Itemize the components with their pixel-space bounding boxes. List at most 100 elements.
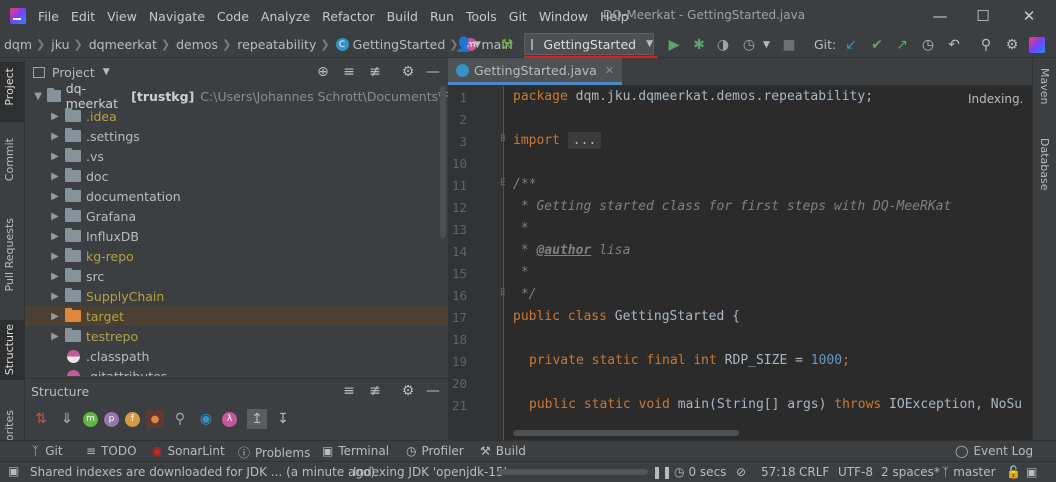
show-anonymous-icon[interactable]: ◉ — [196, 409, 216, 429]
tool-tab-maven[interactable]: Maven — [1038, 68, 1051, 104]
breadcrumb-dqm[interactable]: dqm — [4, 37, 32, 52]
chevron-right-icon[interactable]: ▶ — [49, 271, 61, 282]
tool-tab-structure[interactable]: Structure — [3, 324, 16, 375]
tool-window-build[interactable]: ⚒ Build — [480, 444, 526, 458]
build-hammer-icon[interactable]: ⚒ — [497, 35, 517, 55]
tool-window-git[interactable]: ᛉ Git — [32, 444, 63, 458]
show-hierarchy-icon[interactable]: ⚲ — [170, 409, 190, 429]
chevron-right-icon[interactable]: ▶ — [49, 131, 61, 142]
tree-item[interactable]: ▶ .idea — [25, 106, 448, 126]
chevron-right-icon[interactable]: ▶ — [49, 291, 61, 302]
tree-item[interactable]: .gitattributes — [25, 366, 448, 376]
git-update-icon[interactable]: ↙ — [841, 35, 861, 55]
tool-tab-project[interactable]: Project — [3, 68, 16, 106]
tree-item[interactable]: ▶ testrepo — [25, 326, 448, 346]
search-icon[interactable]: ⚲ — [976, 35, 996, 55]
blocked-icon[interactable]: ⊘ — [736, 465, 746, 479]
line-separator[interactable]: CRLF — [799, 465, 829, 479]
menu-edit[interactable]: Edit — [71, 9, 95, 24]
breadcrumb-gettingstarted[interactable]: GettingStarted — [353, 37, 446, 52]
git-commit-icon[interactable]: ✔ — [867, 35, 887, 55]
chevron-right-icon[interactable]: ▶ — [49, 171, 61, 182]
tree-item[interactable]: ▶ InfluxDB — [25, 226, 448, 246]
show-fields-icon[interactable]: f — [125, 411, 140, 427]
profile-icon[interactable]: ◷ — [739, 35, 759, 55]
tree-item[interactable]: ▶ documentation — [25, 186, 448, 206]
file-encoding[interactable]: UTF-8 — [838, 465, 873, 479]
tool-window-todo[interactable]: ≡ TODO — [86, 444, 137, 458]
collapse-all-icon[interactable]: ≢ — [365, 381, 385, 401]
tool-window-sonarlint[interactable]: ◉ SonarLint — [152, 444, 225, 458]
tree-item[interactable]: ▶ Grafana — [25, 206, 448, 226]
run-configuration-select[interactable]: GettingStarted ▼ — [524, 33, 654, 55]
show-lambdas-icon[interactable]: λ — [222, 411, 237, 427]
folded-imports[interactable]: ... — [567, 132, 602, 149]
close-button[interactable]: ✕ — [1006, 0, 1052, 32]
tool-tab-database[interactable]: Database — [1038, 138, 1051, 191]
tree-item[interactable]: ▶ target — [25, 306, 448, 326]
sort-alphabetically-icon[interactable]: ⇓ — [57, 409, 77, 429]
tree-item[interactable]: .classpath — [25, 346, 448, 366]
menu-tools[interactable]: Tools — [466, 9, 497, 24]
breadcrumb-jku[interactable]: jku — [51, 37, 69, 52]
show-properties-icon[interactable]: p — [104, 411, 119, 427]
history-icon[interactable]: ◷ — [918, 35, 938, 55]
code-editor[interactable]: package dqm.jku.dqmeerkat.demos.repeatab… — [505, 86, 1022, 440]
pause-icon[interactable]: ❚❚ — [652, 465, 672, 479]
sort-by-visibility-icon[interactable]: ⇅ — [31, 409, 51, 429]
lock-icon[interactable]: 🔓 — [1006, 465, 1021, 479]
user-icon[interactable]: 👤 — [454, 35, 474, 55]
chevron-right-icon[interactable]: ▶ — [49, 331, 61, 342]
breadcrumb-repeatability[interactable]: repeatability — [237, 37, 316, 52]
expand-all-icon[interactable]: ≡ — [339, 381, 359, 401]
caret-position[interactable]: 57:18 — [761, 465, 796, 479]
git-push-icon[interactable]: ↗ — [892, 35, 912, 55]
chevron-right-icon[interactable]: ▶ — [49, 311, 61, 322]
tool-window-profiler[interactable]: ◷ Profiler — [406, 444, 464, 458]
coverage-icon[interactable]: ◑ — [713, 35, 733, 55]
tool-tab-commit[interactable]: Commit — [3, 138, 16, 181]
menu-file[interactable]: File — [38, 9, 59, 24]
timer-status[interactable]: ◷ 0 secs — [674, 465, 726, 479]
breadcrumb-dqmeerkat[interactable]: dqmeerkat — [89, 37, 157, 52]
chevron-right-icon[interactable]: ▶ — [49, 251, 61, 262]
rollback-icon[interactable]: ↶ — [944, 35, 964, 55]
tool-window-event-log[interactable]: ◯ Event Log — [955, 444, 1033, 458]
git-branch[interactable]: ᛉ master — [942, 465, 996, 479]
minimize-button[interactable]: — — [917, 0, 963, 32]
tree-item[interactable]: ▶ .vs — [25, 146, 448, 166]
menu-view[interactable]: View — [107, 9, 137, 24]
menu-window[interactable]: Window — [539, 9, 588, 24]
tool-window-terminal[interactable]: ▣ Terminal — [322, 444, 389, 458]
run-icon[interactable]: ▶ — [664, 35, 684, 55]
notifications-icon[interactable]: ▣ — [1026, 465, 1037, 479]
menu-refactor[interactable]: Refactor — [322, 9, 374, 24]
menu-git[interactable]: Git — [509, 9, 527, 24]
menu-analyze[interactable]: Analyze — [261, 9, 310, 24]
chevron-right-icon[interactable]: ▶ — [49, 191, 61, 202]
show-inherited-icon[interactable]: m — [83, 411, 98, 427]
menu-build[interactable]: Build — [387, 9, 418, 24]
show-non-public-icon[interactable]: ● — [146, 410, 164, 428]
tool-window-problems[interactable]: ⓘ Problems — [238, 444, 310, 461]
tree-item[interactable]: ▶ SupplyChain — [25, 286, 448, 306]
menu-run[interactable]: Run — [430, 9, 454, 24]
settings-gear-icon[interactable]: ⚙ — [1002, 35, 1022, 55]
tree-item[interactable]: ▶ doc — [25, 166, 448, 186]
menu-code[interactable]: Code — [217, 9, 249, 24]
chevron-right-icon[interactable]: ▶ — [49, 231, 61, 242]
stop-icon[interactable]: ■ — [779, 35, 799, 55]
chevron-right-icon[interactable]: ▶ — [49, 111, 61, 122]
editor-tab[interactable]: GettingStarted.java ✕ — [448, 58, 623, 85]
horizontal-scrollbar-thumb[interactable] — [513, 430, 739, 436]
panel-settings-gear-icon[interactable]: ⚙ — [398, 381, 418, 401]
breadcrumb-demos[interactable]: demos — [176, 37, 218, 52]
autoscroll-from-source-icon[interactable]: ↧ — [273, 409, 293, 429]
toolbox-logo-icon[interactable] — [1029, 37, 1045, 53]
status-message[interactable]: Shared indexes are downloaded for JDK ..… — [30, 465, 375, 479]
show-tool-windows-icon[interactable]: ▣ — [8, 464, 19, 478]
maximize-button[interactable]: ☐ — [960, 0, 1006, 32]
debug-icon[interactable]: ✱ — [689, 35, 709, 55]
tool-tab-pull-requests[interactable]: Pull Requests — [3, 218, 16, 291]
chevron-right-icon[interactable]: ▶ — [49, 151, 61, 162]
